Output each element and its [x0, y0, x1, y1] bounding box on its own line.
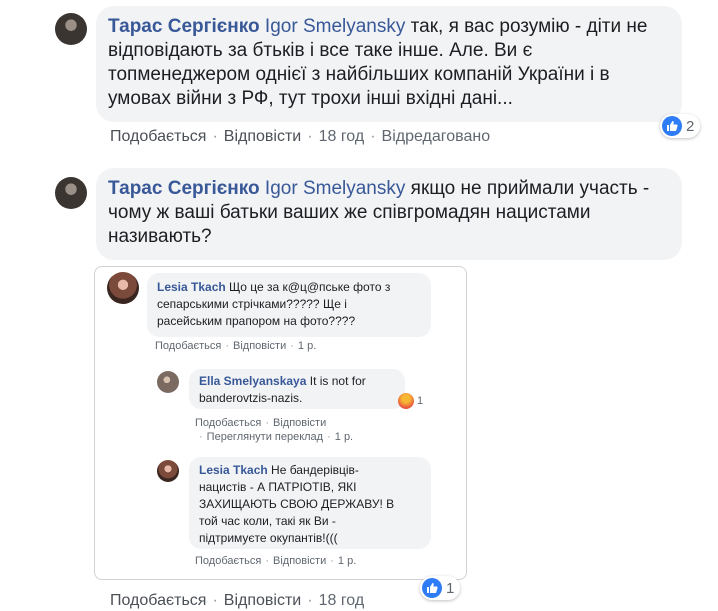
comment-text-line: підтримуєте окупантів!(((	[199, 531, 338, 545]
reaction-summary: 1	[397, 392, 426, 410]
comment-bubble: Lesia Tkach Не бандерівців- нацистів - А…	[189, 457, 431, 549]
avatar	[157, 371, 179, 393]
timestamp[interactable]: 18 год	[319, 592, 365, 609]
comment-text-line: так, я вас розумію - діти не	[405, 16, 648, 37]
reply-link[interactable]: Відповісти	[224, 592, 301, 609]
comment-author: Lesia Tkach	[157, 280, 226, 294]
reaction-summary[interactable]: 2	[660, 114, 701, 138]
comment-author: Lesia Tkach	[199, 463, 268, 477]
comment-text-line: відповідають за бтьків і все таке інше. …	[108, 40, 533, 61]
like-link: Подобається	[155, 340, 222, 352]
comment-author: Ella Smelyanskaya	[199, 374, 307, 388]
reaction-count: 1	[446, 579, 455, 597]
embedded-screenshot: Lesia Tkach Що це за к@ц@пське фото з се…	[94, 266, 467, 580]
avatar[interactable]	[55, 177, 87, 209]
comment-actions: · Переглянути переклад · 1 р.	[199, 431, 354, 443]
comment-actions: Подобається · Відповісти · 1 р.	[195, 555, 357, 567]
comment-text-line: нацистів - А ПАТРІОТІВ, ЯКІ	[199, 480, 357, 494]
comment-mention[interactable]: Igor Smelyansky	[265, 178, 405, 199]
comment-text-line: расейським прапором на фото????	[157, 314, 356, 328]
comment-actions: Подобається · Відповісти · 1 р.	[155, 340, 317, 352]
comment-actions: Подобається · Відповісти · 18 год	[110, 592, 365, 609]
comment-text-line: той час коли, такі як Ви -	[199, 514, 336, 528]
comment-text-line: Не бандерівців-	[267, 463, 359, 477]
reaction-count: 1	[417, 395, 424, 407]
timestamp: 1 р.	[297, 340, 317, 352]
translate-link: Переглянути переклад	[206, 431, 324, 443]
reaction-summary[interactable]: 1	[420, 576, 461, 600]
comment-text-line: ЗАХИЩАЮТЬ СВОЮ ДЕРЖАВУ! В	[199, 497, 395, 511]
like-link: Подобається	[195, 417, 262, 429]
comment-author[interactable]: Тарас Сергієнко	[108, 16, 260, 37]
like-link: Подобається	[195, 555, 262, 567]
comment-text-line: banderovtzis-nazis.	[199, 391, 303, 405]
comment-author[interactable]: Тарас Сергієнко	[108, 178, 260, 199]
like-link[interactable]: Подобається	[110, 592, 206, 609]
timestamp[interactable]: 18 год	[319, 128, 365, 145]
reply-link: Відповісти	[273, 555, 327, 567]
comment-bubble: Тарас Сергієнко Igor Smelyansky якщо не …	[96, 168, 682, 260]
comment-bubble: Тарас Сергієнко Igor Smelyansky так, я в…	[96, 6, 682, 122]
angry-reaction-icon	[398, 393, 414, 409]
comment-text-line: якщо не приймали участь -	[405, 178, 650, 199]
comment-text-line: умовах війни з РФ, тут трохи інші вхідні…	[108, 88, 513, 109]
comment-text-line: сепарськими стрічками????? Ще і	[157, 297, 347, 311]
reaction-count: 2	[686, 117, 695, 135]
comment-mention[interactable]: Igor Smelyansky	[265, 16, 405, 37]
thumbs-up-icon	[422, 578, 442, 598]
avatar	[107, 272, 139, 304]
comment-bubble: Lesia Tkach Що це за к@ц@пське фото з се…	[147, 273, 431, 337]
thumbs-up-icon	[662, 116, 682, 136]
comment-text-line: чому ж ваші батьки ваших же співгромадян…	[108, 202, 591, 223]
avatar	[157, 460, 179, 482]
comment-text-line: топменеджером однієї з найбільших компан…	[108, 64, 610, 85]
edited-label: Відредаговано	[381, 128, 491, 145]
reply-link: Відповісти	[233, 340, 287, 352]
reply-link[interactable]: Відповісти	[224, 128, 301, 145]
comment-bubble: Ella Smelyanskaya It is not for banderov…	[189, 369, 405, 409]
comment-text-line: It is not for	[306, 374, 366, 388]
avatar[interactable]	[55, 13, 87, 45]
timestamp: 1 р.	[337, 555, 357, 567]
reply-link: Відповісти	[273, 417, 327, 429]
like-link[interactable]: Подобається	[110, 128, 206, 145]
timestamp: 1 р.	[334, 431, 354, 443]
comment-actions: Подобається · Відповісти	[195, 417, 327, 429]
comment-actions: Подобається · Відповісти · 18 год · Відредагов…	[110, 128, 491, 145]
comment-text-line: Що це за к@ц@пське фото з	[225, 280, 391, 294]
comment-text-line: називають?	[108, 226, 212, 247]
